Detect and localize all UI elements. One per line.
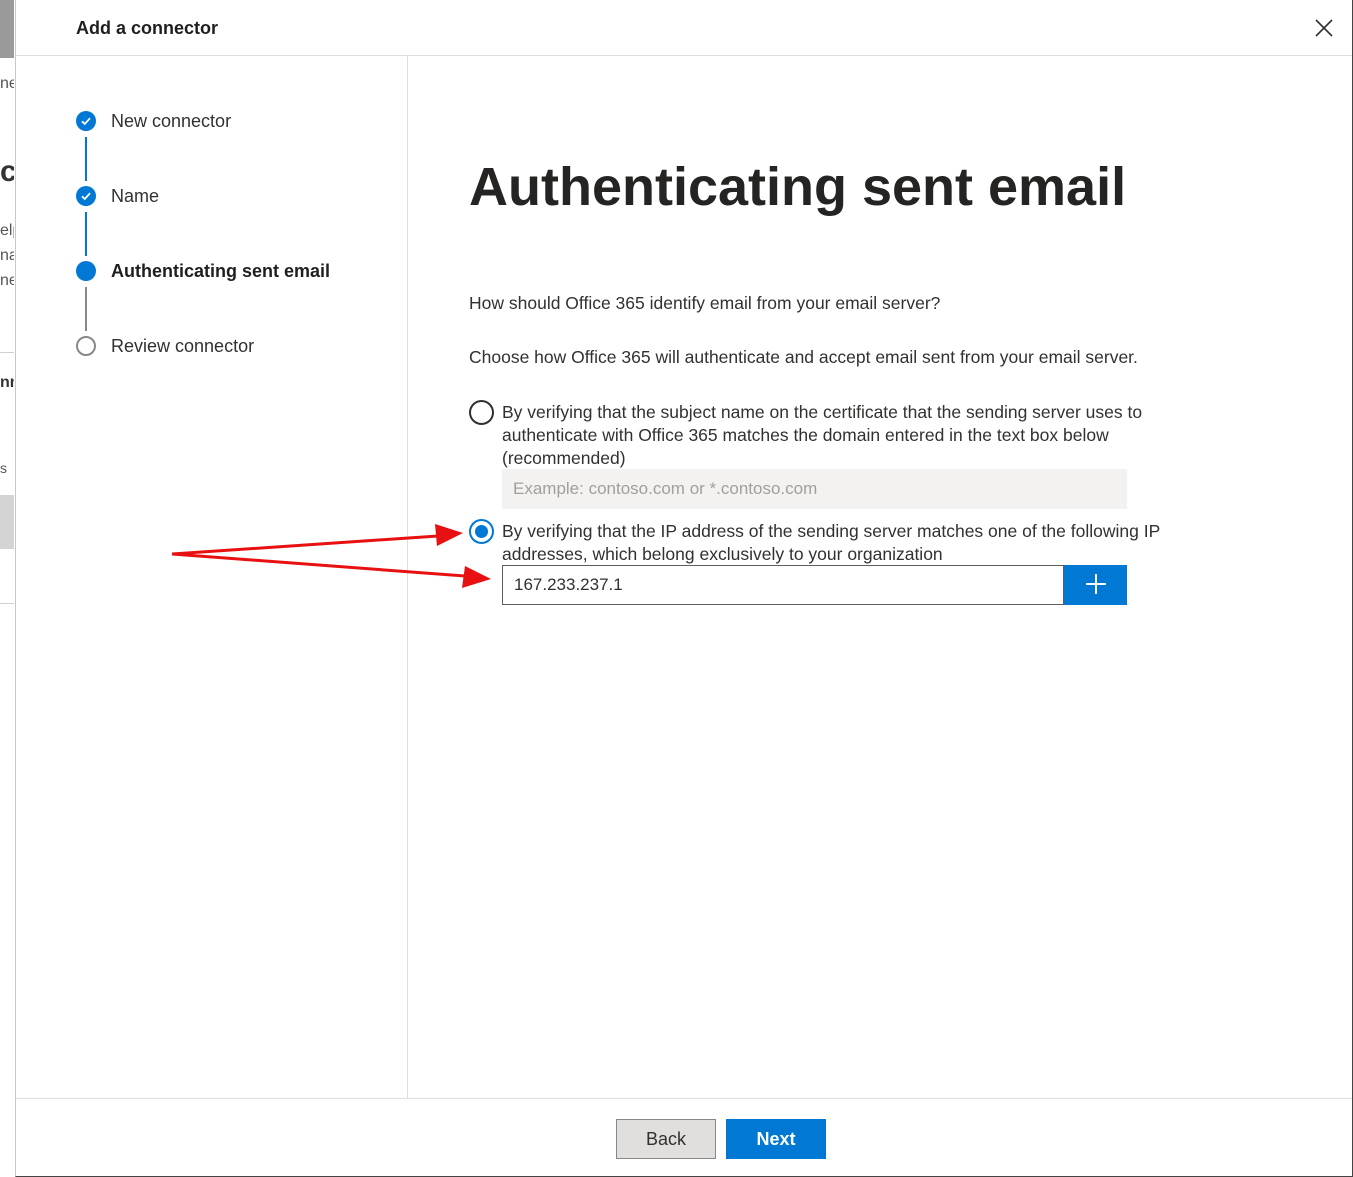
question-text: How should Office 365 identify email fro…: [469, 293, 941, 313]
background-text: nn: [0, 374, 14, 391]
panel-title: Add a connector: [76, 18, 219, 38]
background-text: nat: [0, 247, 14, 264]
ip-option-radio[interactable]: [469, 519, 494, 544]
page-title: Authenticating sent email: [469, 157, 1127, 217]
background-topbar: [0, 0, 14, 58]
ip-option-label: By verifying that the IP address of the …: [502, 521, 1160, 564]
current-step-dot-icon: [76, 261, 96, 281]
add-ip-button[interactable]: [1064, 565, 1127, 605]
panel-footer: Back Next: [16, 1098, 1352, 1176]
step-connector: [85, 137, 87, 181]
step-authenticating-sent-email: Authenticating sent email: [76, 259, 330, 283]
step-label: New connector: [111, 110, 232, 131]
domain-input[interactable]: [502, 469, 1127, 509]
panel-header: Add a connector: [16, 0, 1352, 56]
step-new-connector: New connector: [76, 109, 231, 133]
empty-circle-icon: [76, 336, 96, 356]
background-text: elp: [0, 222, 14, 239]
close-icon[interactable]: [1312, 16, 1336, 40]
certificate-option-radio[interactable]: [469, 400, 494, 425]
background-selected-row: [0, 495, 14, 549]
background-divider: [0, 352, 14, 353]
checkmark-icon: [76, 111, 96, 131]
background-text: ner: [0, 272, 14, 289]
background-text: ne: [0, 75, 14, 92]
instruction-text: Choose how Office 365 will authenticate …: [469, 347, 1138, 367]
next-button[interactable]: Next: [726, 1119, 826, 1159]
step-connector: [85, 212, 87, 256]
step-label: Authenticating sent email: [111, 260, 331, 281]
back-button[interactable]: Back: [616, 1119, 716, 1159]
step-label: Name: [111, 185, 160, 206]
add-connector-panel: Add a connector New connector Name Authe…: [15, 0, 1353, 1177]
background-divider: [0, 603, 14, 604]
plus-icon: [1085, 573, 1107, 598]
step-review-connector: Review connector: [76, 334, 254, 358]
step-name: Name: [76, 184, 159, 208]
certificate-option-label: By verifying that the subject name on th…: [502, 402, 1143, 468]
ip-address-input[interactable]: [502, 565, 1064, 605]
background-text: ct: [0, 155, 14, 188]
background-text: s: [0, 460, 7, 476]
step-connector: [85, 287, 87, 331]
step-label: Review connector: [111, 335, 255, 356]
checkmark-icon: [76, 186, 96, 206]
wizard-steps: New connector Name Authenticating sent e…: [16, 56, 408, 1098]
